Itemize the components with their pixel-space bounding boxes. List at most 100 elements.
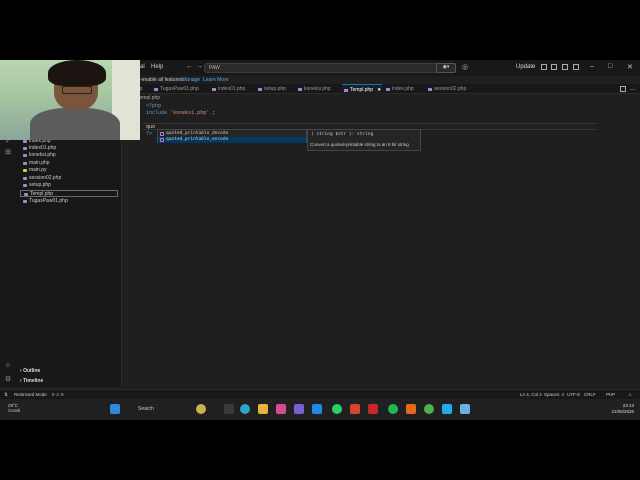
php-file-icon [23, 154, 27, 157]
system-clock[interactable]: 23:13 21/05/2026 [611, 403, 634, 415]
menu-item-al[interactable]: al [140, 64, 145, 70]
php-file-icon [154, 88, 158, 91]
customize-layout-icon[interactable] [541, 64, 547, 70]
tab[interactable]: TugasPaw01.php [152, 84, 208, 94]
spotify-icon[interactable] [388, 404, 398, 414]
webcam-overlay [0, 60, 140, 140]
weather-desc: Cerah [8, 408, 21, 413]
status-bar: ⇅ Restricted Mode 0 ⚠ 0 Ln 4, Col 4 Spac… [0, 389, 640, 399]
file-item-active[interactable]: Templ.php [20, 190, 118, 197]
code-line-1: <?php [146, 103, 162, 109]
php-file-icon [298, 88, 302, 91]
suggestion-item-selected[interactable]: quoted_printable_encode [158, 137, 306, 143]
editor-tabs: p.php TugasPaw01.php index01.php setup.p… [122, 84, 640, 94]
eol-status[interactable]: CRLF [584, 392, 596, 397]
back-arrow-icon[interactable]: ← [186, 63, 193, 70]
accounts-icon[interactable]: ☺ [4, 362, 12, 370]
forward-arrow-icon[interactable]: → [196, 63, 203, 70]
code-editor[interactable]: Templ.php <?php include 'koneksi.php' ; … [122, 94, 640, 387]
encoding-status[interactable]: UTF-8 [567, 392, 580, 397]
code-line-5: ?> [146, 131, 153, 137]
tab[interactable]: index.php [384, 84, 424, 94]
php-file-icon [23, 140, 27, 143]
search-text: PAW [209, 65, 220, 71]
learn-more-link[interactable]: Learn More [203, 77, 229, 83]
file-item[interactable]: index01.php [20, 145, 118, 152]
update-button[interactable]: Update [516, 64, 535, 70]
breadcrumb[interactable]: Templ.php [137, 95, 160, 101]
copilot-icon[interactable]: ◉▾ [436, 63, 456, 73]
timeline-section[interactable]: › Timeline [20, 378, 43, 384]
suggestion-widget: quoted_printable_decode quoted_printable… [157, 129, 307, 143]
person-hair [48, 60, 106, 86]
file-item[interactable]: setup.php [20, 182, 118, 189]
weather-widget[interactable]: 29°C Cerah [8, 403, 20, 413]
copilot-taskbar-icon[interactable] [276, 404, 286, 414]
close-icon[interactable]: ✕ [627, 63, 633, 71]
file-item[interactable]: koneksi.php [20, 152, 118, 159]
split-editor-icon[interactable] [620, 86, 626, 92]
widget-icon[interactable] [196, 404, 206, 414]
file-item[interactable]: TugasPaw01.php [20, 198, 118, 205]
restricted-mode-status[interactable]: Restricted Mode [14, 392, 47, 397]
settings-gear-icon[interactable]: ⚙ [4, 376, 12, 384]
toggle-panel-icon[interactable] [562, 64, 568, 70]
tab-active[interactable]: Templ.php ● [342, 84, 382, 94]
php-file-icon [23, 162, 27, 165]
minimize-icon[interactable]: – [590, 63, 594, 70]
php-file-icon [344, 89, 348, 92]
code-line-2: include 'koneksi.php' ; [146, 110, 216, 116]
taskbar-search-text: Search [138, 406, 154, 412]
file-explorer-icon[interactable] [258, 404, 268, 414]
chrome-icon[interactable] [424, 404, 434, 414]
taskbar-search[interactable]: Search [128, 404, 186, 415]
task-view-icon[interactable] [224, 404, 234, 414]
php-file-icon [23, 177, 27, 180]
toggle-sidebar-icon[interactable] [551, 64, 557, 70]
notifications-icon[interactable]: ♨ [628, 392, 632, 398]
teams-icon[interactable] [294, 404, 304, 414]
dropbox-icon[interactable] [312, 404, 322, 414]
toggle-secondary-sidebar-icon[interactable] [573, 64, 579, 70]
php-file-icon [23, 184, 27, 187]
tab[interactable]: koneksi.php [296, 84, 340, 94]
app-icon[interactable] [406, 404, 416, 414]
word-red-icon[interactable] [368, 404, 378, 414]
function-icon [160, 132, 164, 136]
tab[interactable]: setup.php [256, 84, 294, 94]
command-center-search[interactable]: PAW [204, 63, 456, 73]
php-file-icon [212, 88, 216, 91]
problems-status[interactable]: 0 ⚠ 0 [52, 392, 64, 398]
cursor-position-status[interactable]: Ln 4, Col 4 [520, 392, 542, 397]
language-status[interactable]: PHP [606, 392, 615, 397]
more-actions-icon[interactable]: … [630, 86, 636, 92]
extensions-icon[interactable]: ⊞ [4, 149, 12, 157]
person-shirt [30, 108, 120, 140]
account-icon[interactable]: ◎ [462, 63, 468, 71]
php-file-icon [24, 193, 28, 196]
php-file-icon [258, 88, 262, 91]
function-icon [160, 138, 164, 142]
menu-item-help[interactable]: Help [151, 64, 163, 70]
vscode-icon[interactable] [442, 404, 452, 414]
function-signature: ( string $str ): string [311, 132, 374, 137]
file-item[interactable]: main.py [20, 167, 118, 174]
suggestion-detail: ( string $str ): string Convert a quoted… [307, 129, 421, 151]
app-icon-2[interactable] [460, 404, 470, 414]
php-file-icon [386, 88, 390, 91]
outline-section[interactable]: › Outline [20, 368, 40, 374]
tab[interactable]: index01.php [210, 84, 254, 94]
whatsapp-icon[interactable] [332, 404, 342, 414]
file-item[interactable]: session02.php [20, 175, 118, 182]
start-icon[interactable] [110, 404, 120, 414]
python-file-icon [23, 169, 27, 172]
function-doc: Convert a quoted-printable string to an … [310, 142, 409, 147]
remote-icon[interactable]: ⇅ [4, 392, 8, 398]
maximize-icon[interactable]: □ [608, 63, 612, 70]
edge-icon[interactable] [240, 404, 250, 414]
manage-link[interactable]: Manage [182, 77, 200, 83]
tab[interactable]: session02.php [426, 84, 480, 94]
office-icon[interactable] [350, 404, 360, 414]
indentation-status[interactable]: Spaces: 4 [544, 392, 564, 397]
file-item[interactable]: main.php [20, 160, 118, 167]
